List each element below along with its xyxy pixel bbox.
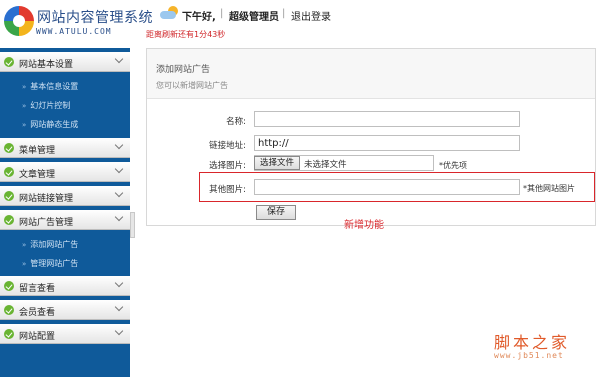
sidebar-item-add-ad[interactable]: 添加网站广告 <box>22 239 78 250</box>
sidebar-group-config[interactable]: 网站配置 <box>0 324 130 344</box>
weather-icon <box>160 6 180 20</box>
watermark-text: 脚本之家 <box>494 333 571 352</box>
chevron-down-icon <box>114 302 124 312</box>
logo-icon <box>4 6 34 36</box>
check-icon <box>4 215 14 225</box>
save-button[interactable]: 保存 <box>256 205 296 220</box>
site-logo[interactable]: 网站内容管理系统 WWW.ATULU.COM <box>4 2 153 46</box>
panel-title: 添加网站广告 <box>156 65 211 75</box>
check-icon <box>4 329 14 339</box>
check-icon <box>4 281 14 291</box>
sidebar-group-label: 网站广告管理 <box>19 218 74 228</box>
sidebar-group-label: 网站配置 <box>19 332 56 342</box>
refresh-countdown: 距离刷新还有1分43秒 <box>146 30 226 39</box>
choose-file-button[interactable]: 选择文件 <box>254 156 300 170</box>
sidebar-item-slideshow[interactable]: 幻灯片控制 <box>22 100 70 111</box>
name-input[interactable] <box>254 111 520 127</box>
logout-link[interactable]: 退出登录 <box>291 8 331 23</box>
sidebar-group-label: 留言查看 <box>19 284 56 294</box>
sidebar-group-label: 文章管理 <box>19 170 56 180</box>
link-label: 链接地址: <box>209 141 246 151</box>
sidebar-group-label: 网站链接管理 <box>19 194 74 204</box>
top-header: 网站内容管理系统 WWW.ATULU.COM 下午好, | 超级管理员 | 退出… <box>0 0 600 48</box>
sidebar-group-basic-settings[interactable]: 网站基本设置 <box>0 52 130 72</box>
logo-title: 网站内容管理系统 <box>37 10 153 26</box>
sidebar-item-static-gen[interactable]: 网站静态生成 <box>22 119 78 130</box>
header-separator: | <box>282 8 286 19</box>
check-icon <box>4 167 14 177</box>
sidebar-item-basic-info[interactable]: 基本信息设置 <box>22 81 78 92</box>
panel-header: 添加网站广告 您可以新增网站广告 <box>147 49 595 99</box>
file-status: 未选择文件 <box>304 160 347 170</box>
other-image-label: 其他图片: <box>209 185 246 195</box>
chevron-down-icon <box>114 140 124 150</box>
link-input[interactable] <box>254 135 520 151</box>
image-label: 选择图片: <box>209 161 246 171</box>
sidebar-group-label: 会员查看 <box>19 308 56 318</box>
name-label: 名称: <box>226 117 246 127</box>
image-note: *优先项 <box>439 161 467 170</box>
chevron-down-icon <box>114 278 124 288</box>
header-separator: | <box>220 8 224 19</box>
chevron-down-icon <box>114 188 124 198</box>
sidebar-group-menu[interactable]: 菜单管理 <box>0 138 130 158</box>
greeting-text: 下午好, <box>182 12 216 23</box>
cloud-icon <box>160 11 176 19</box>
chevron-down-icon <box>114 212 124 222</box>
user-role: 超级管理员 <box>229 12 279 23</box>
chevron-down-icon <box>114 326 124 336</box>
logo-url: WWW.ATULU.COM <box>36 27 112 36</box>
check-icon <box>4 57 14 67</box>
other-image-input[interactable] <box>254 179 520 195</box>
sidebar-group-messages[interactable]: 留言查看 <box>0 276 130 296</box>
chevron-down-icon <box>114 54 124 64</box>
check-icon <box>4 143 14 153</box>
sidebar-group-articles[interactable]: 文章管理 <box>0 162 130 182</box>
sidebar-group-ads[interactable]: 网站广告管理 <box>0 210 130 230</box>
sidebar-group-links[interactable]: 网站链接管理 <box>0 186 130 206</box>
other-image-note: *其他网站图片 <box>523 184 575 193</box>
sidebar-collapse-handle[interactable] <box>130 212 135 238</box>
sidebar: 网站基本设置 基本信息设置 幻灯片控制 网站静态生成 菜单管理 文章管理 网站链… <box>0 48 130 377</box>
new-feature-annotation: 新增功能 <box>344 220 384 231</box>
check-icon <box>4 305 14 315</box>
panel-subtitle: 您可以新增网站广告 <box>156 81 228 90</box>
sidebar-group-members[interactable]: 会员查看 <box>0 300 130 320</box>
chevron-down-icon <box>114 164 124 174</box>
watermark-url: www.jb51.net <box>494 351 564 360</box>
sidebar-item-manage-ads[interactable]: 管理网站广告 <box>22 258 78 269</box>
sidebar-group-label: 网站基本设置 <box>19 60 74 70</box>
check-icon <box>4 191 14 201</box>
sidebar-group-label: 菜单管理 <box>19 146 56 156</box>
